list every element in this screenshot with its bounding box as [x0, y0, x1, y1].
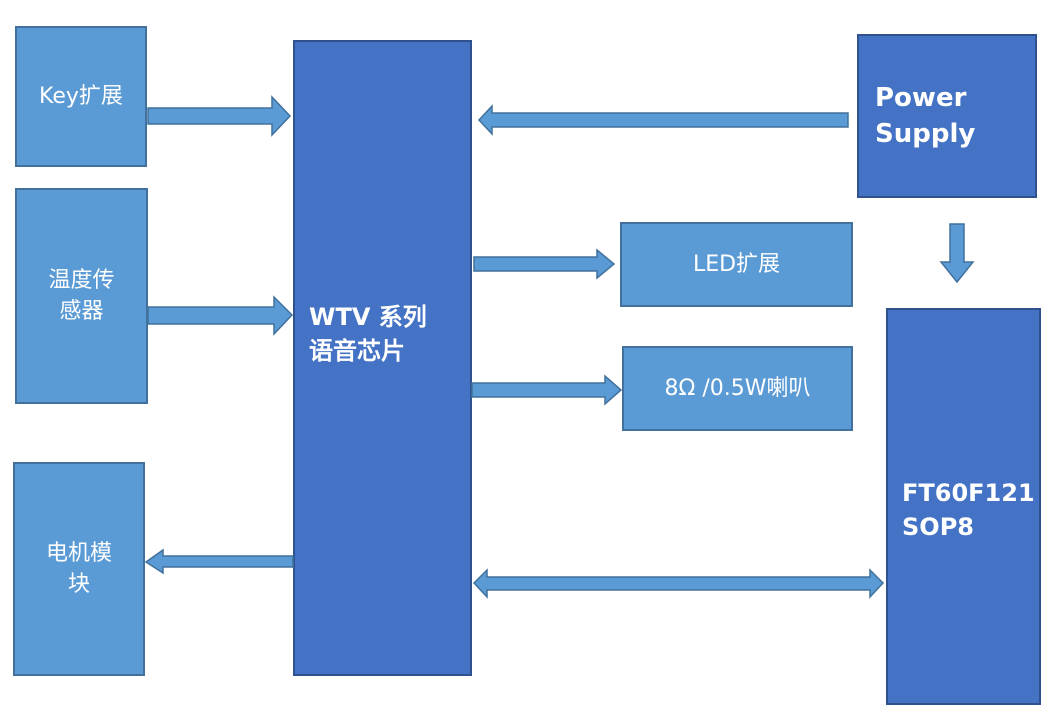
arrow-chip-to-motor — [144, 548, 294, 575]
arrow-chip-to-led — [473, 248, 616, 280]
arrow-power-to-mcu — [939, 223, 975, 284]
connector-arrows — [144, 95, 975, 599]
arrow-temp-to-chip — [147, 295, 294, 336]
arrow-power-to-chip — [477, 104, 849, 136]
arrow-chip-mcu-bidirectional — [472, 568, 885, 599]
arrow-chip-to-speaker — [471, 374, 623, 406]
arrow-key-to-chip — [147, 95, 292, 137]
